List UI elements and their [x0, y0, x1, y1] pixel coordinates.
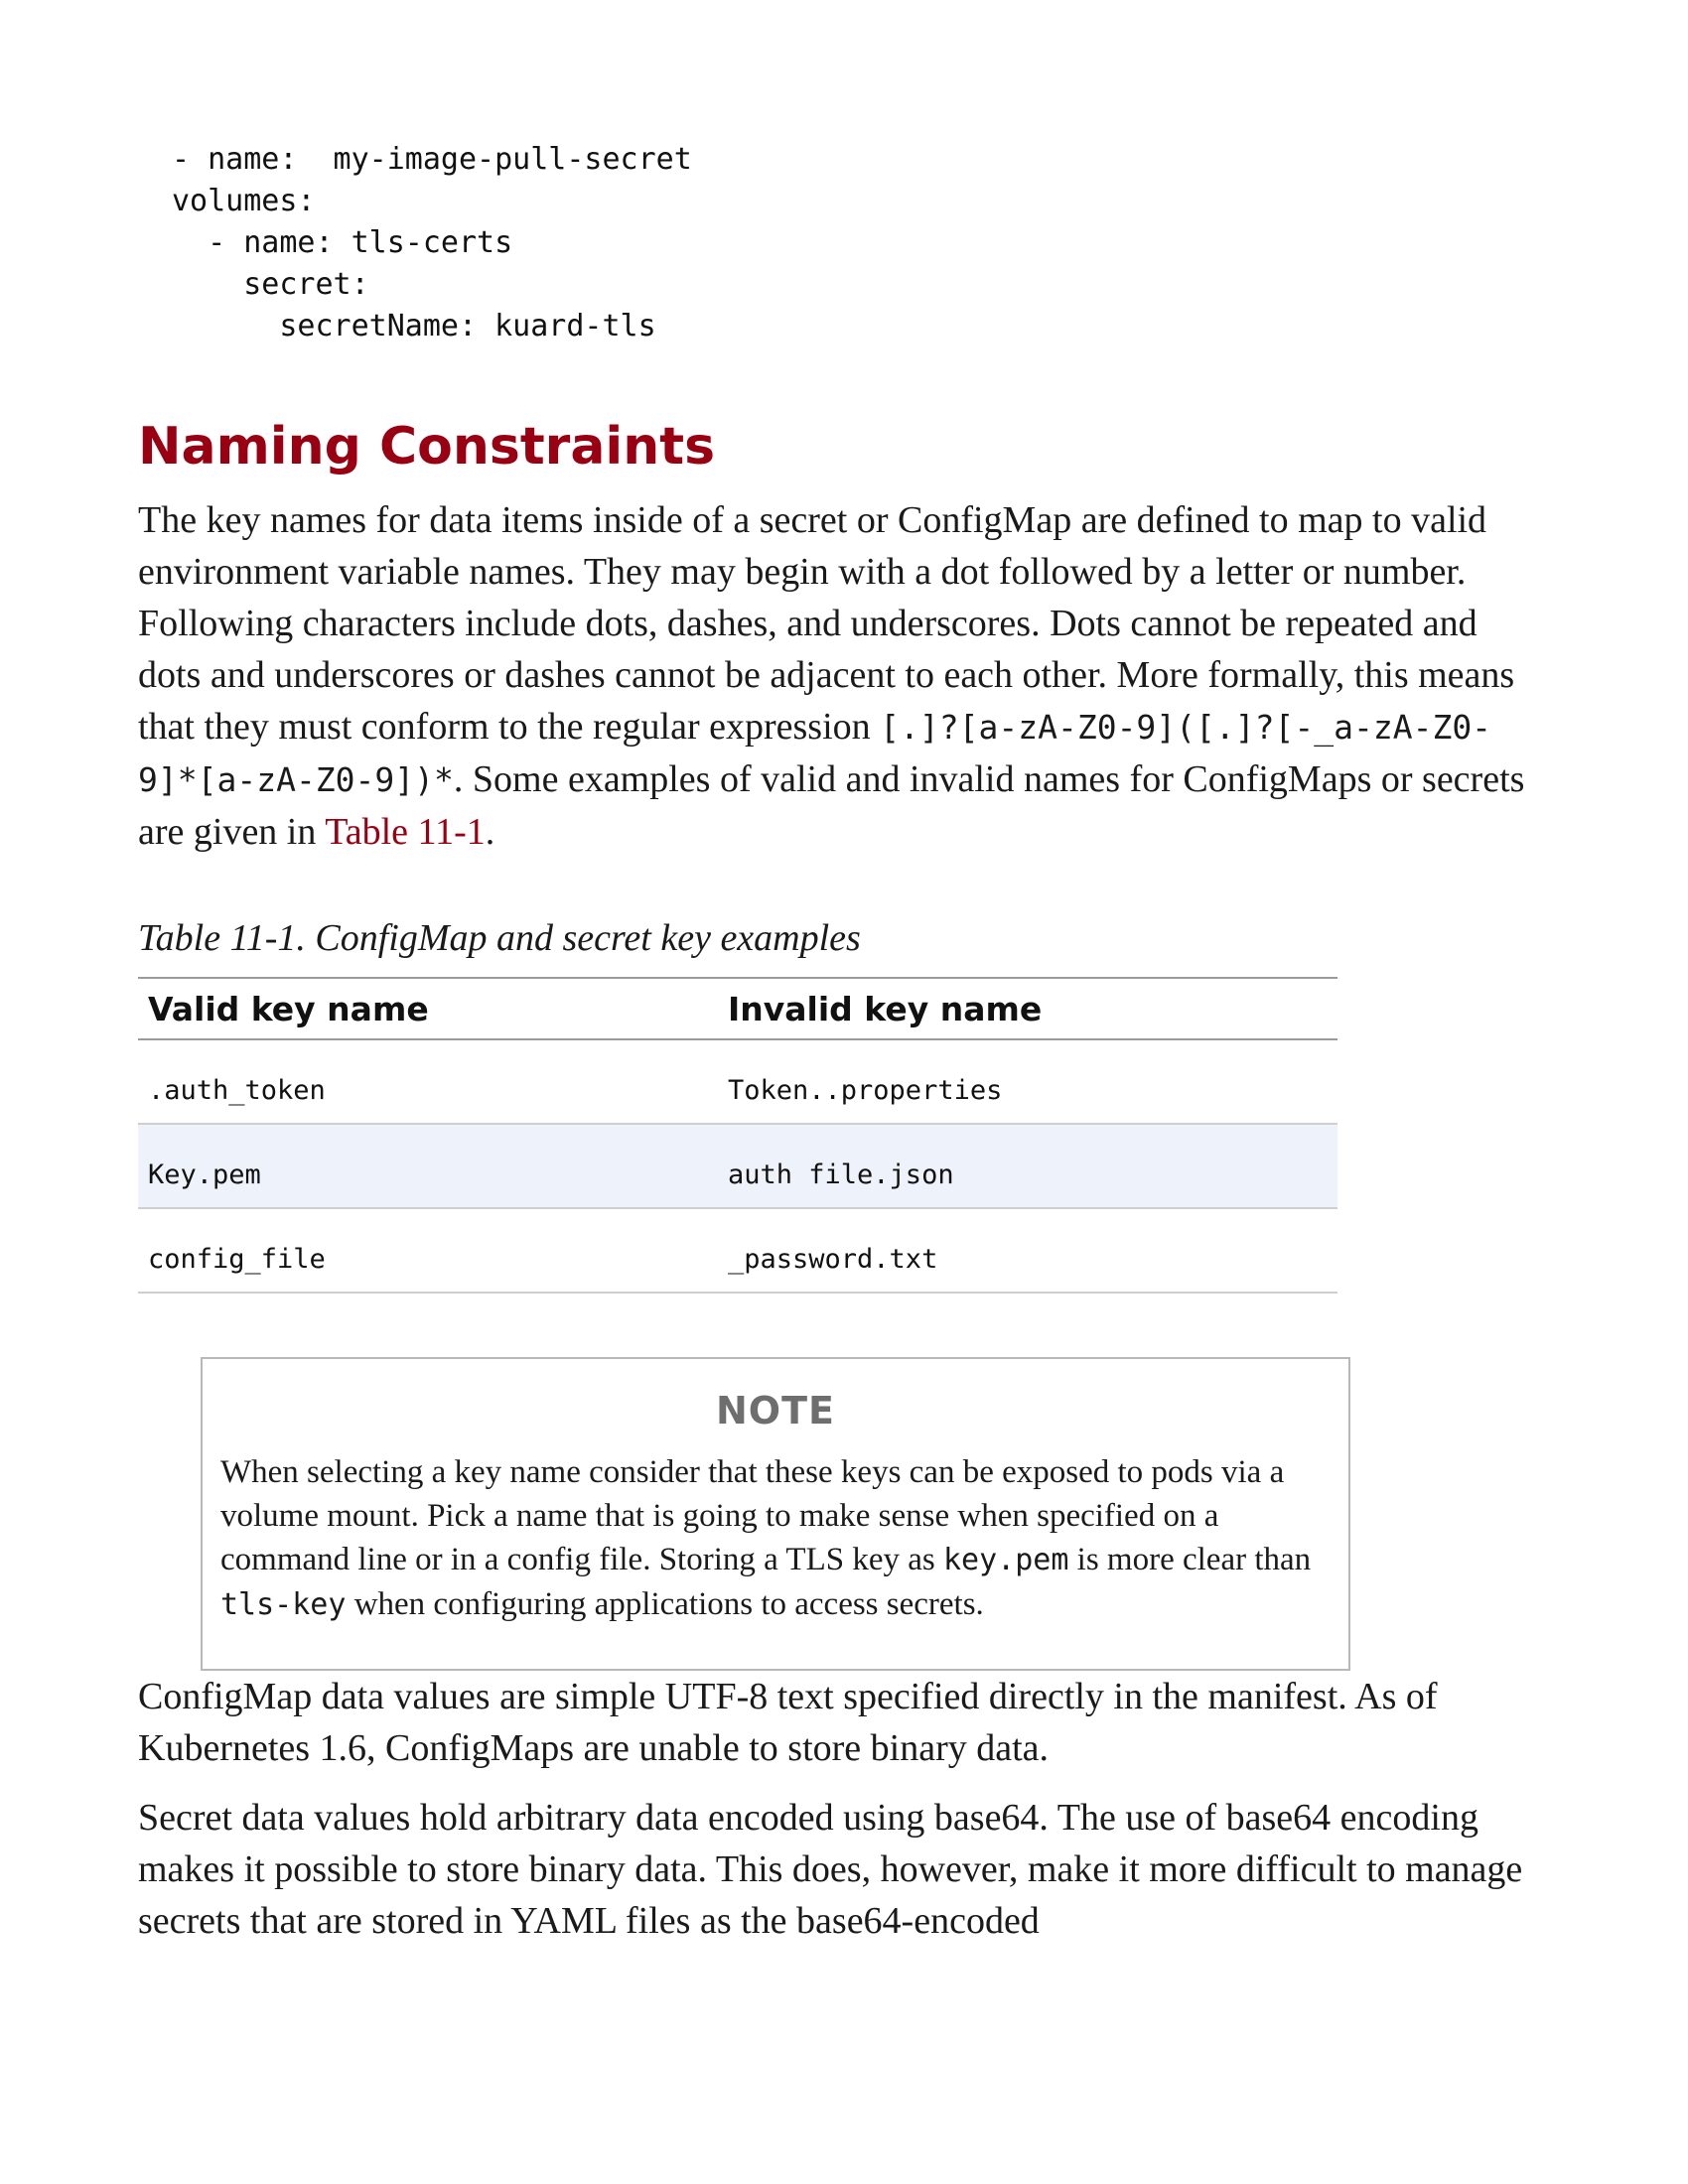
- code-line: secretName: kuard-tls: [172, 309, 656, 343]
- code-block: - name: my-image-pull-secret volumes: - n…: [172, 139, 1548, 347]
- invalid-key-cell: auth file.json: [718, 1124, 1337, 1209]
- table-row: .auth_token Token..properties: [138, 1039, 1337, 1125]
- note-box: NOTE When selecting a key name consider …: [201, 1357, 1350, 1671]
- valid-key-cell: .auth_token: [138, 1039, 718, 1125]
- note-text: When selecting a key name consider that …: [220, 1450, 1331, 1627]
- code-line: volumes:: [172, 184, 316, 218]
- note-title: NOTE: [716, 1389, 835, 1433]
- table-cross-reference-link[interactable]: Table 11-1: [325, 811, 486, 853]
- table-caption: Table 11-1. ConfigMap and secret key exa…: [138, 917, 861, 959]
- code-line: secret:: [172, 267, 369, 302]
- code-line: - name: tls-certs: [172, 225, 513, 260]
- paragraph-text: .: [485, 811, 495, 853]
- inline-code: tls-key: [220, 1587, 347, 1622]
- document-page: - name: my-image-pull-secret volumes: - n…: [138, 139, 1548, 1965]
- naming-paragraph: The key names for data items inside of a…: [138, 494, 1548, 858]
- column-header-invalid: Invalid key name: [718, 977, 1337, 1040]
- table-header-row: Valid key name Invalid key name: [138, 977, 1337, 1040]
- key-examples-table: Valid key name Invalid key name .auth_to…: [138, 977, 1337, 1294]
- valid-key-cell: config_file: [138, 1208, 718, 1294]
- secret-paragraph: Secret data values hold arbitrary data e…: [138, 1797, 1523, 1942]
- column-header-valid: Valid key name: [138, 977, 718, 1040]
- invalid-key-cell: Token..properties: [718, 1039, 1337, 1125]
- section-heading: Naming Constraints: [138, 417, 716, 477]
- note-text-part: when configuring applications to access …: [346, 1586, 984, 1622]
- inline-code: key.pem: [942, 1543, 1069, 1577]
- table-row: config_file _password.txt: [138, 1208, 1337, 1294]
- code-line: - name: my-image-pull-secret: [172, 142, 692, 177]
- invalid-key-cell: _password.txt: [718, 1208, 1337, 1294]
- note-text-part: is more clear than: [1068, 1542, 1312, 1577]
- valid-key-cell: Key.pem: [138, 1124, 718, 1209]
- configmap-paragraph: ConfigMap data values are simple UTF-8 t…: [138, 1676, 1438, 1769]
- table-row: Key.pem auth file.json: [138, 1124, 1337, 1209]
